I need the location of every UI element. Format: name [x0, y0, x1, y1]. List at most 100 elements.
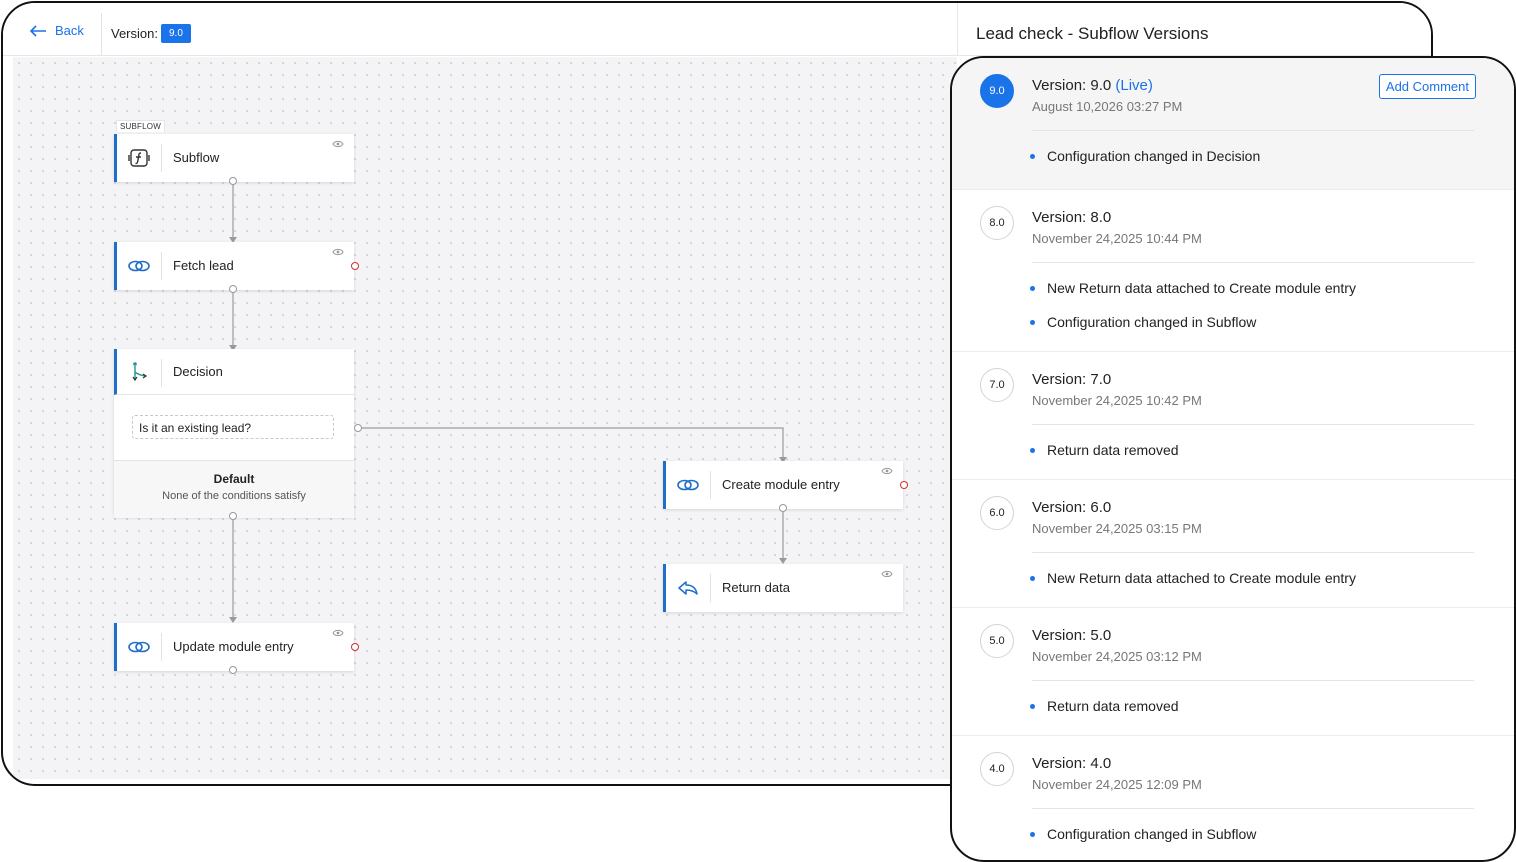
node-divider — [161, 252, 162, 280]
version-title: Version: 8.0 — [1032, 209, 1112, 226]
version-badge: 9.0 — [980, 74, 1014, 108]
version-title: Version: 9.0 (Live) — [1032, 77, 1153, 94]
change-list: Return data removed — [1030, 442, 1179, 476]
divider — [1032, 808, 1474, 809]
node-divider — [161, 144, 162, 172]
output-port[interactable] — [229, 285, 237, 293]
divider — [1032, 424, 1474, 425]
error-port[interactable] — [351, 643, 359, 651]
eye-icon[interactable] — [881, 467, 893, 475]
version-item-7[interactable]: 7.0 Version: 7.0 November 24,2025 10:42 … — [952, 352, 1514, 480]
branch-icon — [117, 349, 161, 394]
change-item: Return data removed — [1030, 698, 1179, 732]
versions-panel-header: Lead check - Subflow Versions — [957, 3, 1431, 55]
change-item: Configuration changed in Subflow — [1029, 826, 1256, 860]
node-divider — [161, 633, 162, 661]
panel-title: Lead check - Subflow Versions — [976, 24, 1209, 43]
change-list: Return data removed — [1030, 698, 1179, 732]
node-label: Decision — [173, 364, 223, 379]
condition-port[interactable] — [354, 424, 362, 432]
change-item: Configuration changed in Subflow — [1030, 314, 1356, 348]
version-date: November 24,2025 12:09 PM — [1032, 777, 1202, 792]
version-badge: 4.0 — [980, 752, 1014, 786]
decision-condition[interactable]: Is it an existing lead? — [132, 415, 334, 439]
decision-default-branch[interactable]: Default None of the conditions satisfy — [114, 460, 354, 518]
builder-topbar: Back Version: 9.0 Lead check - Subflow V… — [3, 3, 1431, 56]
version-date: November 24,2025 03:12 PM — [1032, 649, 1202, 664]
error-port[interactable] — [900, 481, 908, 489]
node-fetch-lead[interactable]: Fetch lead — [114, 242, 354, 290]
change-list: New Return data attached to Create modul… — [1030, 280, 1356, 348]
version-title: Version: 7.0 — [1032, 371, 1112, 388]
eye-icon[interactable] — [332, 629, 344, 637]
eye-icon[interactable] — [332, 248, 344, 256]
output-port[interactable] — [229, 666, 237, 674]
version-title: Version: 4.0 — [1032, 755, 1112, 772]
version-badge: 8.0 — [980, 206, 1014, 240]
node-return-data[interactable]: Return data — [663, 564, 903, 612]
version-title-text: Version: 9.0 — [1032, 77, 1112, 94]
version-badge: 6.0 — [980, 496, 1014, 530]
eye-icon[interactable] — [881, 570, 893, 578]
link-icon — [666, 461, 710, 509]
node-label: Fetch lead — [173, 258, 234, 273]
change-list: Configuration changed in Subflow — [1029, 826, 1256, 860]
live-label: (Live) — [1115, 77, 1153, 94]
version-item-5[interactable]: 5.0 Version: 5.0 November 24,2025 03:12 … — [952, 608, 1514, 736]
version-item-6[interactable]: 6.0 Version: 6.0 November 24,2025 03:15 … — [952, 480, 1514, 608]
version-badge: 7.0 — [980, 368, 1014, 402]
divider — [1032, 130, 1474, 131]
default-title: Default — [213, 472, 255, 486]
node-decision[interactable]: Decision Is it an existing lead? Default… — [114, 349, 354, 518]
link-icon — [117, 623, 161, 671]
version-label: Version: — [111, 26, 158, 41]
output-port[interactable] — [779, 504, 787, 512]
decision-header: Decision — [114, 349, 354, 395]
link-icon — [117, 242, 161, 290]
change-item: Return data removed — [1030, 442, 1179, 476]
version-badge: 5.0 — [980, 624, 1014, 658]
node-label: Create module entry — [722, 477, 840, 492]
version-title: Version: 6.0 — [1032, 499, 1112, 516]
topbar-divider — [101, 13, 102, 55]
divider — [1032, 552, 1474, 553]
change-list: New Return data attached to Create modul… — [1030, 570, 1356, 604]
divider — [1032, 262, 1474, 263]
change-item: Configuration changed in Decision — [1029, 148, 1260, 182]
arrow-left-icon — [29, 24, 46, 37]
node-label: Subflow — [173, 150, 220, 165]
default-port[interactable] — [229, 512, 237, 520]
back-button[interactable]: Back — [29, 23, 84, 38]
version-badge[interactable]: 9.0 — [161, 24, 191, 43]
divider — [1032, 680, 1474, 681]
error-port[interactable] — [351, 262, 359, 270]
eye-icon[interactable] — [332, 140, 344, 148]
change-list: Configuration changed in Decision — [1029, 148, 1260, 182]
change-item: New Return data attached to Create modul… — [1030, 570, 1356, 604]
version-item-9[interactable]: 9.0 Version: 9.0 (Live) August 10,2026 0… — [952, 58, 1514, 190]
node-update-module-entry[interactable]: Update module entry — [114, 623, 354, 671]
node-create-module-entry[interactable]: Create module entry — [663, 461, 903, 509]
back-label: Back — [55, 23, 84, 38]
version-item-8[interactable]: 8.0 Version: 8.0 November 24,2025 10:44 … — [952, 190, 1514, 352]
default-subtitle: None of the conditions satisfy — [162, 490, 306, 502]
node-subflow[interactable]: Subflow — [114, 134, 354, 182]
version-date: August 10,2026 03:27 PM — [1032, 99, 1183, 114]
function-icon — [117, 134, 161, 182]
subflow-tag: SUBFLOW — [116, 120, 165, 132]
node-label: Update module entry — [173, 639, 294, 654]
node-label: Return data — [722, 580, 790, 595]
node-divider — [161, 359, 162, 387]
flow-canvas[interactable]: SUBFLOW Subflow Fetch lead Decision Is i… — [13, 57, 957, 779]
versions-panel: 9.0 Version: 9.0 (Live) August 10,2026 0… — [950, 56, 1516, 862]
version-date: November 24,2025 10:42 PM — [1032, 393, 1202, 408]
version-item-4[interactable]: 4.0 Version: 4.0 November 24,2025 12:09 … — [952, 736, 1514, 860]
change-item: New Return data attached to Create modul… — [1030, 280, 1356, 314]
version-date: November 24,2025 03:15 PM — [1032, 521, 1202, 536]
version-date: November 24,2025 10:44 PM — [1032, 231, 1202, 246]
output-port[interactable] — [229, 177, 237, 185]
version-title: Version: 5.0 — [1032, 627, 1112, 644]
node-divider — [710, 574, 711, 602]
add-comment-button[interactable]: Add Comment — [1378, 74, 1476, 99]
reply-icon — [666, 564, 710, 612]
